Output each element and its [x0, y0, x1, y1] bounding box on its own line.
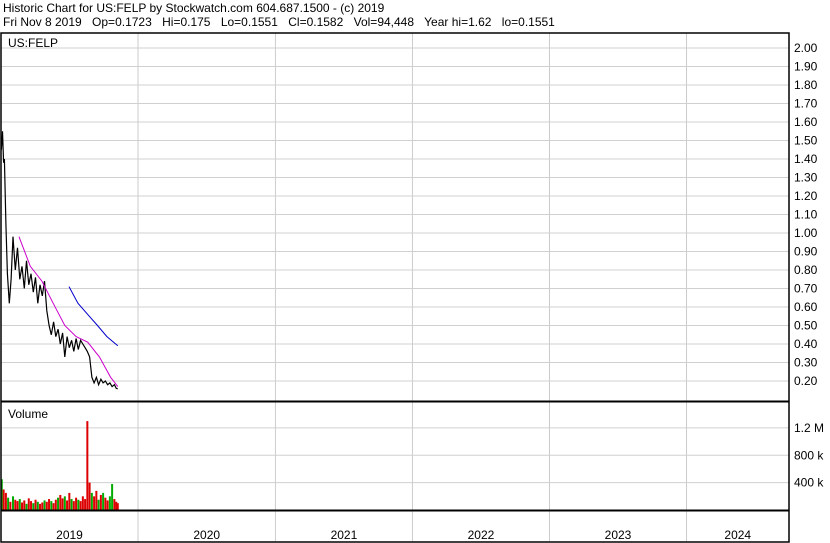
year-tick-label: 2021: [331, 528, 358, 542]
volume-bar: [72, 501, 75, 510]
volume-bar: [27, 498, 30, 510]
volume-bar: [12, 496, 15, 510]
price-volume-chart: 2.00 1.90 1.80 1.70 1.60 1.50 1.40 1.30 1.20 1.10…: [0, 32, 824, 543]
volume-axis-ticks: 1.2 M 800 k 400 k: [794, 421, 824, 490]
chart-frame: [0, 32, 790, 543]
year-axis-ticks: 2019 2020 2021 2022 2023 2024: [56, 528, 751, 542]
volume-bar: [41, 502, 44, 510]
volume-bar: [2, 489, 5, 510]
volume-bar: [54, 499, 57, 510]
volume-bar: [16, 501, 19, 510]
volume-bar: [77, 499, 80, 510]
price-tick-label: 1.30: [794, 171, 818, 185]
volume-bar: [25, 503, 28, 510]
price-tick-label: 0.60: [794, 300, 818, 314]
price-tick-label: 0.40: [794, 337, 818, 351]
price-tick-label: 1.50: [794, 134, 818, 148]
volume-bar: [63, 496, 66, 510]
volume-bar: [7, 497, 10, 510]
moving-average-short-line: [18, 236, 119, 387]
volume-bar: [102, 492, 105, 510]
price-line: [0, 131, 118, 390]
price-tick-label: 1.80: [794, 78, 818, 92]
price-tick-label: 1.20: [794, 189, 818, 203]
volume-tick-label: 1.2 M: [794, 421, 824, 435]
volume-bar: [97, 499, 100, 510]
volume-bar: [50, 501, 53, 510]
volume-bar: [81, 496, 84, 510]
volume-bar: [18, 499, 21, 510]
year-tick-label: 2022: [468, 528, 495, 542]
volume-bar: [84, 499, 87, 510]
volume-bar: [86, 421, 89, 510]
price-tick-label: 0.30: [794, 356, 818, 370]
volume-bar: [21, 502, 24, 510]
volume-bar: [88, 482, 91, 510]
year-tick-label: 2020: [193, 528, 220, 542]
price-tick-label: 1.10: [794, 208, 818, 222]
chart-grid: [1, 33, 789, 541]
year-tick-label: 2019: [56, 528, 83, 542]
volume-bar: [66, 500, 69, 510]
price-tick-label: 1.90: [794, 60, 818, 74]
price-tick-label: 1.60: [794, 115, 818, 129]
price-tick-label: 0.20: [794, 374, 818, 388]
price-tick-label: 1.70: [794, 97, 818, 111]
price-tick-label: 0.90: [794, 245, 818, 259]
volume-bar: [36, 501, 39, 510]
price-tick-label: 1.00: [794, 226, 818, 240]
volume-bar: [9, 501, 12, 510]
volume-bar: [14, 499, 17, 510]
volume-bar: [106, 500, 109, 510]
price-tick-label: 0.70: [794, 282, 818, 296]
volume-bar: [30, 501, 33, 510]
price-lines: [0, 131, 119, 390]
volume-bar: [32, 503, 35, 510]
volume-bar: [75, 497, 78, 510]
volume-tick-label: 400 k: [794, 476, 824, 490]
volume-bar: [61, 498, 64, 510]
price-tick-label: 2.00: [794, 41, 818, 55]
volume-label: Volume: [8, 407, 48, 421]
volume-bar: [70, 499, 73, 510]
volume-bar: [108, 496, 111, 510]
volume-bar: [93, 496, 96, 510]
volume-bar: [104, 497, 107, 510]
volume-bar: [43, 500, 46, 510]
price-tick-label: 0.80: [794, 263, 818, 277]
price-axis-ticks: 2.00 1.90 1.80 1.70 1.60 1.50 1.40 1.30 1.20 1.10…: [794, 41, 818, 388]
volume-bar: [79, 501, 82, 510]
volume-bar: [4, 492, 7, 510]
year-tick-label: 2023: [605, 528, 632, 542]
volume-bar: [59, 494, 62, 510]
volume-bars: [0, 421, 119, 510]
year-tick-label: 2024: [724, 528, 751, 542]
volume-bar: [113, 499, 116, 510]
volume-bar: [116, 503, 119, 510]
volume-bar: [52, 503, 55, 510]
plot-border: [0, 32, 790, 543]
volume-bar: [45, 501, 48, 510]
volume-bar: [34, 499, 37, 510]
volume-bar: [111, 484, 114, 510]
volume-bar: [57, 497, 60, 510]
volume-bar: [23, 500, 26, 510]
price-tick-label: 0.50: [794, 319, 818, 333]
volume-bar: [68, 492, 71, 510]
volume-bar: [95, 490, 98, 510]
volume-tick-label: 800 k: [794, 448, 824, 462]
price-tick-label: 1.40: [794, 152, 818, 166]
volume-bar: [39, 503, 42, 510]
volume-bar: [48, 499, 51, 510]
volume-bar: [90, 492, 93, 510]
symbol-label: US:FELP: [8, 36, 58, 50]
volume-bar: [99, 494, 102, 510]
